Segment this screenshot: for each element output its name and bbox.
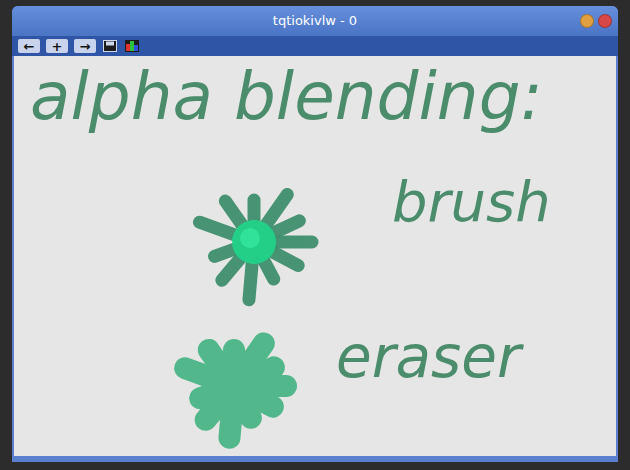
toolbar-button[interactable] — [102, 39, 118, 53]
save-icon — [103, 40, 117, 52]
drawing-canvas[interactable]: alpha blending: brush eraser — [14, 56, 616, 456]
toolbar: ← + → — [12, 36, 618, 56]
handwritten-text: eraser — [336, 328, 521, 386]
minimize-button[interactable] — [580, 14, 594, 28]
toolbar-button[interactable]: + — [46, 39, 68, 53]
toolbar-button[interactable]: ← — [18, 39, 40, 53]
title-bar[interactable]: tqtiokivlw - 0 — [12, 6, 618, 36]
colors-icon — [125, 40, 139, 52]
handwritten-text: alpha blending: — [30, 64, 543, 130]
toolbar-button[interactable]: → — [74, 39, 96, 53]
toolbar-button[interactable] — [124, 39, 140, 53]
app-window: tqtiokivlw - 0 ← + → alpha blending: brush era… — [12, 6, 618, 462]
eraser-splat — [154, 306, 314, 456]
close-button[interactable] — [598, 14, 612, 28]
brush-splat — [174, 162, 334, 322]
window-title: tqtiokivlw - 0 — [273, 11, 357, 31]
handwritten-text: brush — [392, 174, 551, 230]
